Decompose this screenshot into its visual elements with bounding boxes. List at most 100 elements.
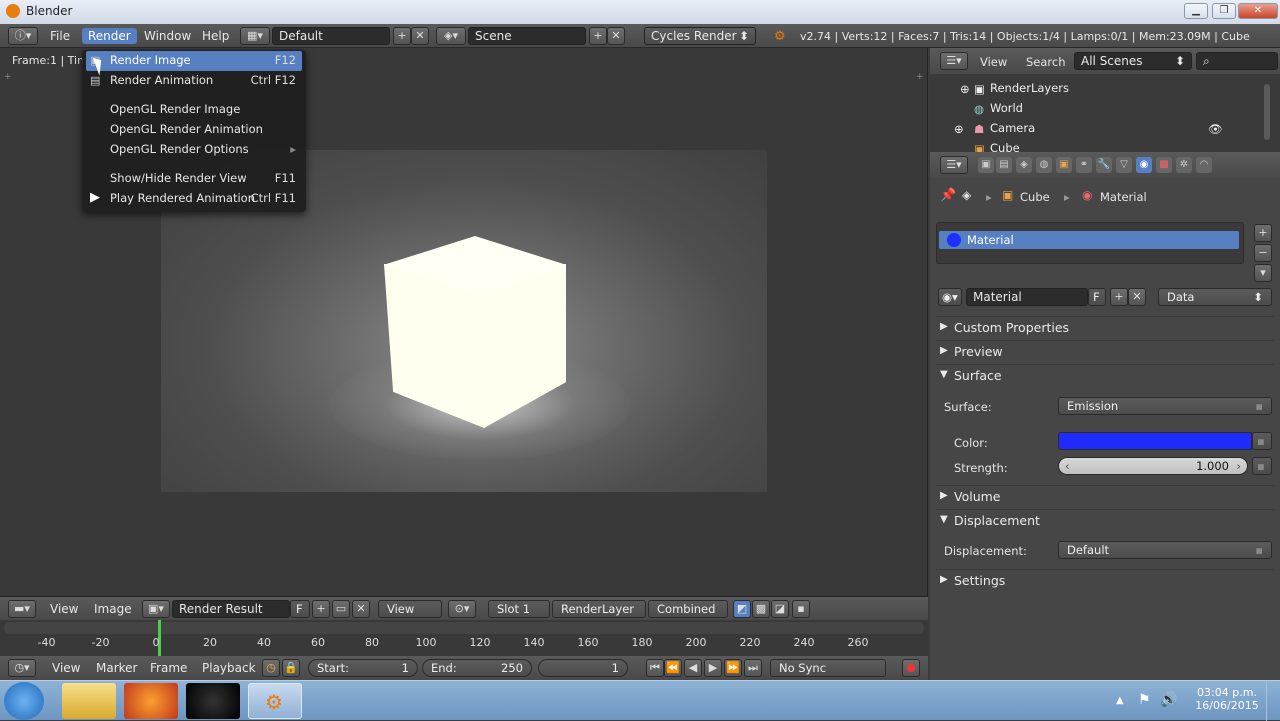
outliner-search-menu[interactable]: Search bbox=[1026, 55, 1066, 69]
image-fake-user-button[interactable]: F bbox=[290, 600, 310, 618]
menu-render[interactable]: Render bbox=[82, 28, 137, 44]
panel-volume[interactable]: ▶ Volume bbox=[936, 485, 1274, 507]
material-tab-icon[interactable]: ◉ bbox=[1136, 157, 1152, 173]
draw-zbuffer-icon[interactable]: ◪ bbox=[771, 600, 789, 618]
outliner-filter-select[interactable]: All Scenes ⬍ bbox=[1074, 52, 1192, 70]
add-scene-button[interactable]: + bbox=[589, 27, 607, 45]
current-frame-field[interactable]: 1 bbox=[538, 659, 628, 677]
outliner-item-cube[interactable]: ▣ Cube bbox=[930, 141, 1200, 152]
remove-layout-button[interactable]: ✕ bbox=[411, 27, 429, 45]
scene-field[interactable]: Scene bbox=[468, 27, 586, 45]
displacement-select[interactable]: Default ▪ bbox=[1058, 541, 1272, 559]
remove-scene-button[interactable]: ✕ bbox=[607, 27, 625, 45]
tray-expand-icon[interactable]: ▲ bbox=[1116, 695, 1124, 706]
outliner-item-world[interactable]: ◍ World bbox=[930, 101, 1200, 121]
clock[interactable]: 03:04 p.m. 16/06/2015 bbox=[1194, 686, 1260, 712]
scene-icon[interactable]: ◈▾ bbox=[436, 27, 466, 45]
pivot-icon[interactable]: ⊙▾ bbox=[448, 600, 476, 618]
explorer-taskbar-icon[interactable] bbox=[62, 683, 116, 719]
physics-tab-icon[interactable]: ◠ bbox=[1196, 157, 1212, 173]
play-reverse-icon[interactable]: ◀ bbox=[684, 659, 702, 677]
outliner-editor-type-icon[interactable]: ☰▾ bbox=[940, 52, 968, 70]
object-tab-icon[interactable]: ▣ bbox=[1056, 157, 1072, 173]
menu-file[interactable]: File bbox=[44, 28, 76, 44]
panel-custom-properties[interactable]: ▶ Custom Properties bbox=[936, 316, 1274, 338]
action-center-icon[interactable]: ⚑ bbox=[1138, 692, 1151, 708]
outliner[interactable]: ☰▾ View Search All Scenes ⬍ ⌕ ⊕ ▣ RenderLay… bbox=[930, 48, 1280, 152]
image-browse-icon[interactable]: ▣▾ bbox=[142, 600, 170, 618]
panel-preview[interactable]: ▶ Preview bbox=[936, 340, 1274, 362]
link-select[interactable]: Data ⬍ bbox=[1158, 288, 1272, 306]
renderlayers-tab-icon[interactable]: ▤ bbox=[996, 157, 1012, 173]
timeline-editor-type-icon[interactable]: ◷▾ bbox=[8, 659, 36, 677]
material-browse-icon[interactable]: ◉▾ bbox=[938, 288, 962, 306]
maximize-button[interactable]: ❐ bbox=[1212, 3, 1236, 19]
add-slot-button[interactable]: + bbox=[1254, 224, 1272, 242]
material-name-field[interactable]: Material bbox=[966, 288, 1088, 306]
material-slot-row[interactable]: Material bbox=[939, 231, 1239, 249]
scene-tab-icon[interactable]: ◈ bbox=[1016, 157, 1032, 173]
draw-color-icon[interactable]: ◩ bbox=[733, 600, 751, 618]
outliner-search-input[interactable]: ⌕ bbox=[1196, 52, 1278, 70]
panel-displacement[interactable]: ▼ Displacement bbox=[936, 509, 1274, 531]
layout-field[interactable]: Default bbox=[272, 27, 390, 45]
volume-icon[interactable]: 🔊 bbox=[1160, 692, 1177, 708]
modifiers-tab-icon[interactable]: 🔧 bbox=[1096, 157, 1112, 173]
data-tab-icon[interactable]: ▽ bbox=[1116, 157, 1132, 173]
display-channels-icon[interactable]: ▪ bbox=[792, 600, 810, 618]
menu-item-show-hide-render-view[interactable]: Show/Hide Render View F11 bbox=[86, 169, 302, 189]
new-image-button[interactable]: + bbox=[312, 600, 330, 618]
jump-start-icon[interactable]: ⏮ bbox=[646, 659, 664, 677]
strength-link-button[interactable]: ▪ bbox=[1252, 457, 1272, 475]
texture-tab-icon[interactable]: ▩ bbox=[1156, 157, 1172, 173]
timeline[interactable]: -40 -20 0 20 40 60 80 100 120 140 160 180 200 220 240 2… bbox=[0, 620, 928, 656]
start-button[interactable] bbox=[4, 682, 44, 720]
timeline-playback-menu[interactable]: Playback bbox=[196, 660, 262, 676]
blender-taskbar-icon[interactable]: ⚙ bbox=[248, 683, 302, 719]
firefox-taskbar-icon[interactable] bbox=[124, 683, 178, 719]
add-layout-button[interactable]: + bbox=[393, 27, 411, 45]
timeline-scrollbar[interactable] bbox=[4, 622, 924, 634]
keyframe-icon[interactable]: ◷ bbox=[262, 659, 280, 677]
strength-slider[interactable]: ‹ 1.000 › bbox=[1058, 457, 1248, 475]
show-desktop-button[interactable] bbox=[1266, 681, 1280, 721]
timeline-marker-menu[interactable]: Marker bbox=[90, 660, 143, 676]
play-icon[interactable]: ▶ bbox=[704, 659, 722, 677]
minimize-button[interactable]: ▁ bbox=[1184, 3, 1208, 19]
image-image-menu[interactable]: Image bbox=[88, 601, 138, 617]
fake-user-button[interactable]: F bbox=[1088, 288, 1106, 306]
lock-icon[interactable]: 🔒 bbox=[282, 659, 300, 677]
material-slot-list[interactable]: Material bbox=[936, 222, 1244, 264]
constraints-tab-icon[interactable]: ⚭ bbox=[1076, 157, 1092, 173]
properties-editor[interactable]: ☰▾ ▣ ▤ ◈ ◍ ▣ ⚭ 🔧 ▽ ◉ ▩ ✲ ◠ 📌 ◈ ▸ ▣ Cube … bbox=[930, 152, 1280, 596]
color-link-button[interactable]: ▪ bbox=[1252, 432, 1272, 450]
eye-icon[interactable]: 👁 bbox=[1208, 122, 1223, 136]
timeline-view-menu[interactable]: View bbox=[46, 660, 86, 676]
image-name-field[interactable]: Render Result bbox=[172, 600, 290, 618]
obs-taskbar-icon[interactable] bbox=[186, 683, 240, 719]
panel-surface[interactable]: ▼ Surface bbox=[936, 364, 1274, 386]
menu-help[interactable]: Help bbox=[196, 28, 235, 44]
outliner-view-menu[interactable]: View bbox=[980, 55, 1007, 69]
record-icon[interactable]: ● bbox=[902, 659, 920, 677]
image-view-select[interactable]: View bbox=[378, 600, 442, 618]
menu-item-opengl-render-options[interactable]: OpenGL Render Options ▸ bbox=[86, 140, 302, 160]
screen-layout-icon[interactable]: ▦▾ bbox=[240, 27, 270, 45]
surface-shader-select[interactable]: Emission ▪ bbox=[1058, 397, 1272, 415]
outliner-scrollbar[interactable] bbox=[1264, 84, 1270, 140]
draw-alpha-icon[interactable]: ▩ bbox=[752, 600, 770, 618]
prev-keyframe-icon[interactable]: ⏪ bbox=[664, 659, 682, 677]
menu-item-render-image[interactable]: ▣ Render Image F12 bbox=[86, 51, 302, 71]
pass-select[interactable]: Combined bbox=[648, 600, 728, 618]
properties-editor-type-icon[interactable]: ☰▾ bbox=[940, 156, 968, 174]
color-swatch[interactable] bbox=[1058, 432, 1252, 450]
outliner-item-renderlayers[interactable]: ⊕ ▣ RenderLayers bbox=[930, 81, 1200, 101]
timeline-frame-menu[interactable]: Frame bbox=[144, 660, 193, 676]
end-frame-field[interactable]: End: 250 bbox=[422, 659, 532, 677]
image-view-menu[interactable]: View bbox=[44, 601, 84, 617]
image-editor-type-icon[interactable]: ▬▾ bbox=[8, 600, 36, 618]
render-tab-icon[interactable]: ▣ bbox=[978, 157, 994, 173]
menu-item-opengl-render-animation[interactable]: OpenGL Render Animation bbox=[86, 120, 302, 140]
outliner-item-camera[interactable]: ⊕ ☗ Camera 👁 bbox=[930, 121, 1223, 141]
editor-type-icon[interactable]: ⓘ▾ bbox=[8, 27, 38, 45]
